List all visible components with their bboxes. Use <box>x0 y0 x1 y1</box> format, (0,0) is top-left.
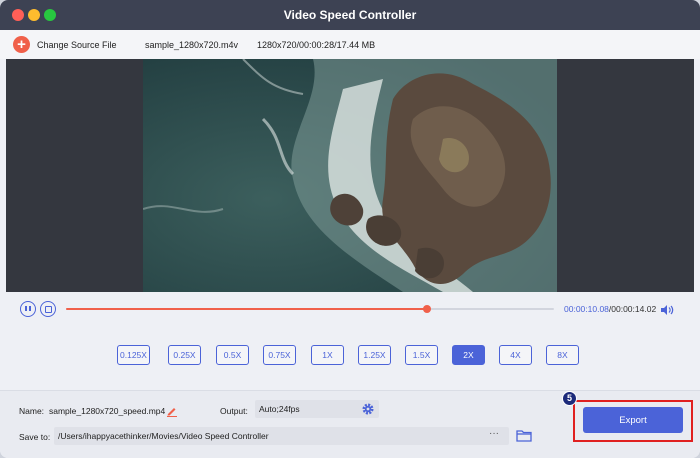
total-time: /00:00:14.02 <box>608 304 657 314</box>
speed-option-button[interactable]: 1.5X <box>405 345 438 365</box>
progress-track[interactable] <box>66 305 554 313</box>
source-filename: sample_1280x720.m4v <box>145 40 239 50</box>
save-path-field[interactable]: /Users/ihappyacethinker/Movies/Video Spe… <box>54 427 509 445</box>
speed-option-button[interactable]: 1.25X <box>358 345 391 365</box>
name-label: Name: <box>19 406 45 416</box>
volume-icon[interactable] <box>660 303 674 315</box>
browse-button[interactable]: ··· <box>479 427 509 445</box>
export-button[interactable]: Export <box>583 407 683 433</box>
speed-option-button[interactable]: 1X <box>311 345 344 365</box>
window-title: Video Speed Controller <box>283 8 417 22</box>
speed-option-button[interactable]: 0.5X <box>216 345 249 365</box>
folder-icon[interactable] <box>516 429 532 442</box>
save-to-label: Save to: <box>19 432 51 442</box>
time-readout: 00:00:10.08/00:00:14.02 <box>564 304 656 314</box>
save-path-value: /Users/ihappyacethinker/Movies/Video Spe… <box>58 431 269 441</box>
video-stage <box>6 59 694 292</box>
speed-option-button[interactable]: 0.125X <box>117 345 150 365</box>
source-file-meta: 1280x720/00:00:28/17.44 MB <box>257 40 376 50</box>
output-filename: sample_1280x720_speed.mp4 <box>49 406 166 416</box>
change-source-label: Change Source File <box>37 39 117 50</box>
video-preview <box>143 59 557 292</box>
pause-button[interactable] <box>20 301 36 317</box>
app-window: Video Speed Controller + Change Source F… <box>0 0 700 458</box>
plus-icon: + <box>13 36 30 53</box>
speed-option-button[interactable]: 0.75X <box>263 345 296 365</box>
playback-bar: 00:00:10.08/00:00:14.02 <box>0 293 700 325</box>
output-format-field[interactable]: Auto;24fps <box>255 400 379 418</box>
file-info-bar: + Change Source File sample_1280x720.m4v… <box>0 30 700 59</box>
speed-options: 0.125X 0.25X 0.5X 0.75X 1X 1.25X 1.5X 2X 4X 8X <box>0 345 700 367</box>
speed-option-button[interactable]: 0.25X <box>168 345 201 365</box>
step-badge: 5 <box>562 391 577 406</box>
edit-pencil-icon[interactable] <box>166 404 178 417</box>
output-label: Output: <box>220 406 248 416</box>
speed-option-button[interactable]: 4X <box>499 345 532 365</box>
change-source-file-button[interactable]: + Change Source File <box>13 35 117 54</box>
current-time: 00:00:10.08 <box>564 304 609 314</box>
speed-option-button[interactable]: 2X <box>452 345 485 365</box>
output-format-value: Auto;24fps <box>259 404 300 414</box>
progress-thumb[interactable] <box>423 305 432 313</box>
gear-icon[interactable] <box>361 402 375 416</box>
title-bar: Video Speed Controller <box>0 0 700 30</box>
stop-button[interactable] <box>40 301 56 317</box>
progress-fill <box>66 308 428 310</box>
speed-option-button[interactable]: 8X <box>546 345 579 365</box>
